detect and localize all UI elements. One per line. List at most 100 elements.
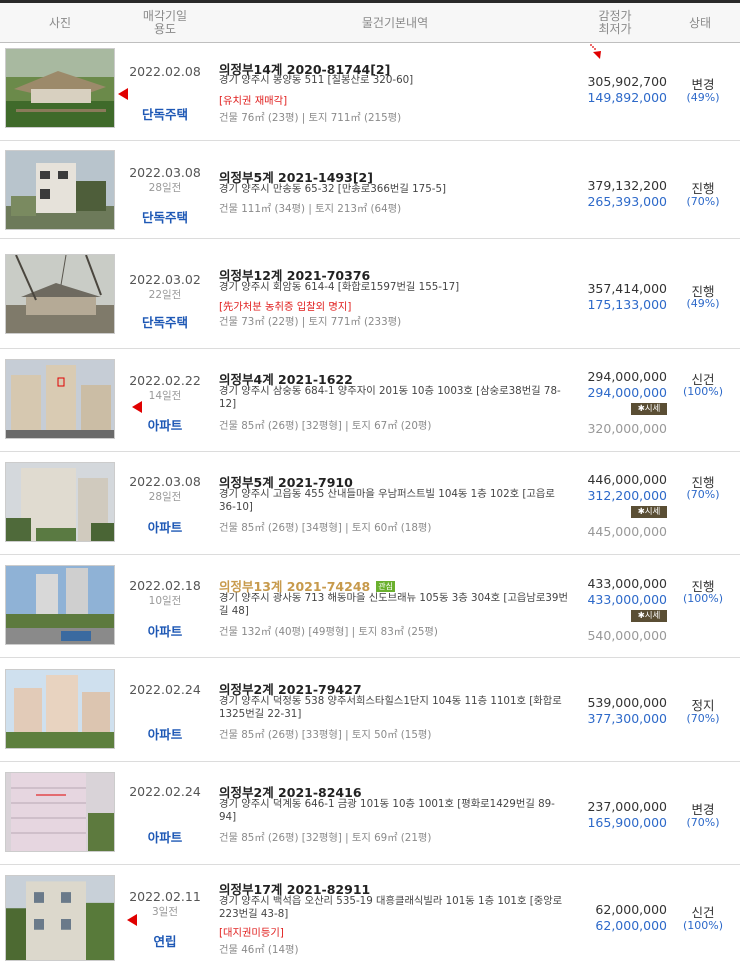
property-photo[interactable] xyxy=(5,462,115,542)
address: 경기 양주시 덕정동 538 양주서희스타힐스1단지 104동 11층 1101… xyxy=(219,695,562,720)
address: 경기 양주시 삼숭동 684-1 양주자이 201동 10층 1003호 [삼숭… xyxy=(219,385,561,410)
property-photo[interactable] xyxy=(5,150,115,230)
list-item[interactable]: 2022.02.18 10일전 아파트 의정부13계 2021-74248 관심 … xyxy=(0,555,740,658)
list-item[interactable]: 2022.03.02 22일전 단독주택 의정부12계 2021-70376 경… xyxy=(0,239,740,349)
list-item[interactable]: 2022.02.24 아파트 의정부2계 2021-82416 경기 양주시 덕… xyxy=(0,762,740,865)
property-photo[interactable] xyxy=(5,359,115,439)
minimum-price: 377,300,000 xyxy=(587,711,667,726)
days-remaining: 14일전 xyxy=(148,390,182,402)
appraisal-price: 62,000,000 xyxy=(595,902,667,917)
photo-apartment-7 xyxy=(6,670,114,748)
minimum-price: 312,200,000 xyxy=(587,488,667,503)
area-info: 건물 85㎡ (26평) [34평형] | 토지 60㎡ (18평) xyxy=(219,522,432,534)
percent: (100%) xyxy=(682,919,724,932)
property-photo[interactable] xyxy=(5,772,115,852)
appraisal-price: 237,000,000 xyxy=(587,799,667,814)
list-item[interactable]: 2022.03.08 28일전 아파트 의정부5계 2021-7910 경기 양… xyxy=(0,452,740,555)
percent: (70%) xyxy=(686,195,720,208)
appraisal-price: 539,000,000 xyxy=(587,695,667,710)
coin-icon: ✱ xyxy=(637,404,645,414)
address: 경기 양주시 만송동 65-32 [만송로366번길 175-5] xyxy=(219,183,447,195)
days-remaining: 22일전 xyxy=(148,289,182,301)
minimum-price: 433,000,000 xyxy=(587,592,667,607)
market-price: 540,000,000 xyxy=(587,628,667,643)
list-item[interactable]: 2022.02.22 14일전 아파트 의정부4계 2021-1622 경기 양… xyxy=(0,349,740,452)
sale-date: 2022.02.18 xyxy=(129,578,201,593)
photo-house-1 xyxy=(6,49,114,127)
property-photo[interactable] xyxy=(5,48,115,128)
days-remaining: 28일전 xyxy=(148,491,182,503)
sale-date: 2022.02.22 xyxy=(129,373,201,388)
property-photo[interactable] xyxy=(5,254,115,334)
photo-apartment-4 xyxy=(6,360,114,438)
property-use[interactable]: 아파트 xyxy=(122,517,208,536)
property-use[interactable]: 아파트 xyxy=(122,415,208,434)
list-item[interactable]: 2022.02.24 아파트 의정부2계 2021-79427 경기 양주시 덕… xyxy=(0,658,740,762)
coin-icon: ✱ xyxy=(637,611,645,621)
sale-date: 2022.03.02 xyxy=(129,272,201,287)
address: 경기 양주시 덕계동 646-1 금광 101동 10층 1001호 [평화로1… xyxy=(219,798,555,823)
market-price: 320,000,000 xyxy=(587,421,667,436)
area-info: 건물 46㎡ (14평) xyxy=(219,944,299,956)
header-date-use[interactable]: 매각기일 용도 xyxy=(120,3,210,43)
minimum-price: 265,393,000 xyxy=(587,194,667,209)
special-condition: [유치권 재매각] xyxy=(219,95,288,107)
percent: (49%) xyxy=(686,91,720,104)
area-info: 건물 85㎡ (26평) [33평형] | 토지 50㎡ (15평) xyxy=(219,729,432,741)
appraisal-price: 305,902,700 xyxy=(587,74,667,89)
sale-date: 2022.02.24 xyxy=(129,682,201,697)
appraisal-price: 379,132,200 xyxy=(587,178,667,193)
property-use[interactable]: 단독주택 xyxy=(122,207,208,226)
area-info: 건물 85㎡ (26평) [32평형] | 토지 69㎡ (21평) xyxy=(219,832,432,844)
list-item[interactable]: 2022.03.08 28일전 단독주택 의정부5계 2021-1493[2] … xyxy=(0,141,740,239)
photo-apartment-5 xyxy=(6,463,114,541)
days-remaining: 28일전 xyxy=(148,182,182,194)
minimum-price: 175,133,000 xyxy=(587,297,667,312)
percent: (49%) xyxy=(686,297,720,310)
header-info: 물건기본내역 xyxy=(361,15,429,30)
address: 경기 양주시 백석읍 오산리 535-19 대흥클래식빌라 101동 1층 10… xyxy=(219,895,563,920)
address: 경기 양주시 고읍동 455 산내들마을 우남퍼스트빌 104동 1층 102호… xyxy=(219,488,555,513)
list-item[interactable]: 2022.02.08 단독주택 의정부14계 2020-81744[2] 경기 … xyxy=(0,44,740,141)
area-info: 건물 73㎡ (22평) | 토지 771㎡ (233평) xyxy=(219,316,402,328)
header-use: 용도 xyxy=(153,22,177,36)
property-use[interactable]: 연립 xyxy=(122,931,208,950)
property-photo[interactable] xyxy=(5,565,115,645)
property-photo[interactable] xyxy=(5,669,115,749)
property-use[interactable]: 단독주택 xyxy=(122,312,208,331)
header-minimum: 최저가 xyxy=(598,22,632,36)
coin-icon: ✱ xyxy=(637,507,645,517)
header-photo: 사진 xyxy=(48,15,72,30)
header-price[interactable]: 감정가 최저가 xyxy=(570,3,660,43)
area-info: 건물 85㎡ (26평) [32평형] | 토지 67㎡ (20평) xyxy=(219,420,432,432)
photo-villa-9 xyxy=(6,876,114,960)
days-remaining: 10일전 xyxy=(148,595,182,607)
property-use[interactable]: 아파트 xyxy=(122,827,208,846)
photo-house-3 xyxy=(6,255,114,333)
red-marker xyxy=(118,88,128,100)
appraisal-price: 446,000,000 xyxy=(587,472,667,487)
market-price: 445,000,000 xyxy=(587,524,667,539)
minimum-price: 294,000,000 xyxy=(587,385,667,400)
market-price-badge[interactable]: ✱시세 xyxy=(631,610,667,622)
property-use[interactable]: 아파트 xyxy=(122,724,208,743)
list-item[interactable]: 2022.02.11 3일전 연립 의정부17계 2021-82911 경기 양… xyxy=(0,865,740,963)
photo-apartment-6 xyxy=(6,566,114,644)
market-price-badge[interactable]: ✱시세 xyxy=(631,403,667,415)
special-condition: [先가처분 농취증 입찰외 명지] xyxy=(219,301,352,313)
photo-apartment-8 xyxy=(6,773,114,851)
sale-date: 2022.02.11 xyxy=(129,889,201,904)
property-photo[interactable] xyxy=(5,875,115,961)
percent: (100%) xyxy=(682,592,724,605)
interest-badge: 관심 xyxy=(376,581,395,592)
property-use[interactable]: 단독주택 xyxy=(122,104,208,123)
sale-date: 2022.03.08 xyxy=(129,474,201,489)
percent: (70%) xyxy=(686,712,720,725)
header-status: 상태 xyxy=(688,15,712,30)
market-price-badge[interactable]: ✱시세 xyxy=(631,506,667,518)
minimum-price: 62,000,000 xyxy=(595,918,667,933)
list-header: 사진 매각기일 용도 물건기본내역 감정가 최저가 상태 xyxy=(0,0,740,43)
property-use[interactable]: 아파트 xyxy=(122,621,208,640)
appraisal-price: 357,414,000 xyxy=(587,281,667,296)
address: 경기 양주시 회암동 614-4 [화합로1597번길 155-17] xyxy=(219,281,460,293)
